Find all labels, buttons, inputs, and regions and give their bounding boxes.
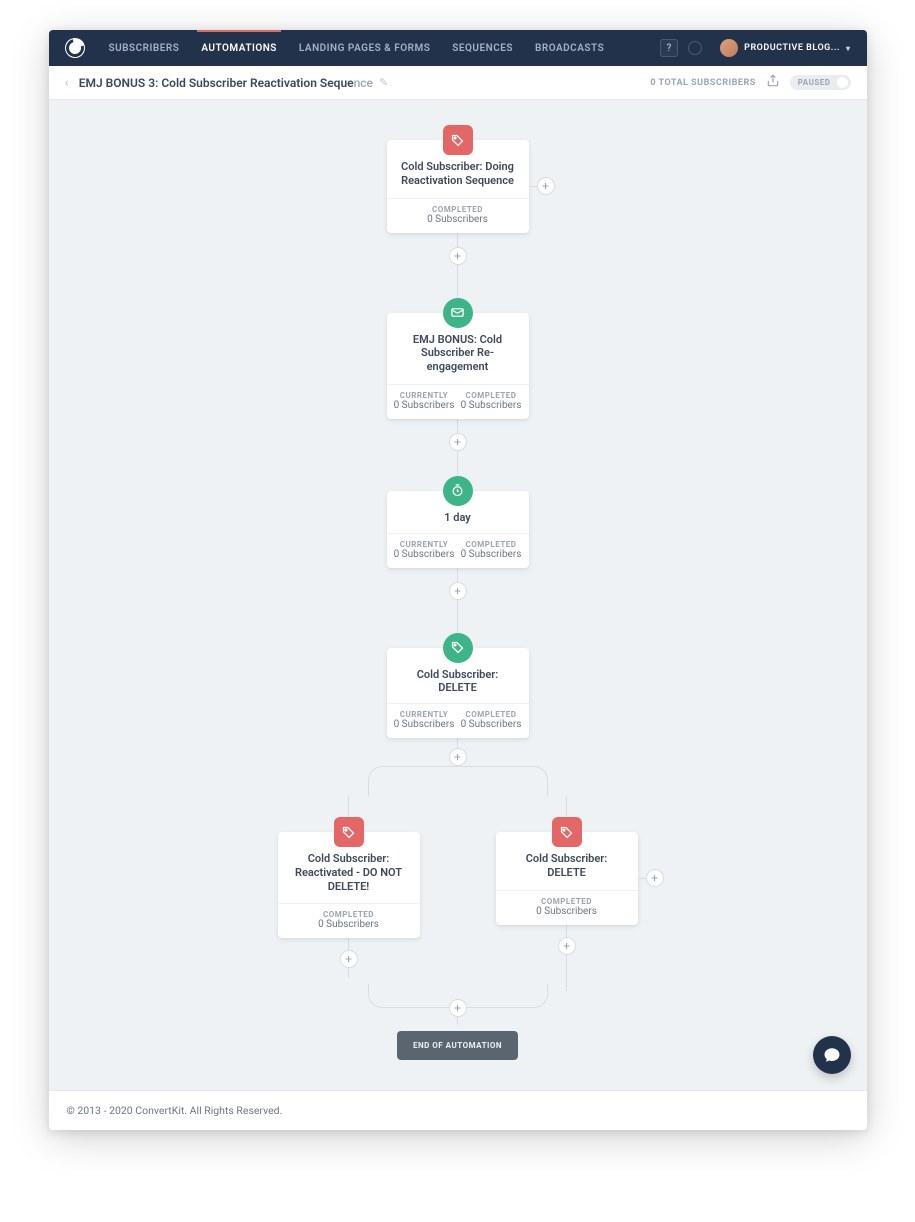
status-label: PAUSED — [798, 78, 831, 87]
loading-icon — [688, 41, 702, 55]
top-nav: SUBSCRIBERS AUTOMATIONS LANDING PAGES & … — [49, 30, 867, 66]
node-branch-delete[interactable]: Cold Subscriber: DELETE COMPLETED 0 Subs… — [496, 832, 638, 925]
chat-button[interactable] — [813, 1036, 851, 1074]
avatar-icon — [720, 39, 738, 57]
stat-label: COMPLETED — [391, 205, 525, 214]
add-step-button[interactable]: + — [449, 582, 467, 600]
node-condition-tag[interactable]: Cold Subscriber: DELETE CURRENTLY 0 Subs… — [387, 648, 529, 739]
title-text-faded: nce — [354, 76, 373, 90]
add-step-button[interactable]: + — [449, 999, 467, 1017]
stat-value: 0 Subscribers — [458, 549, 525, 560]
node-title: 1 day — [395, 511, 521, 525]
nav-broadcasts[interactable]: BROADCASTS — [535, 30, 604, 66]
end-of-automation: END OF AUTOMATION — [397, 1031, 518, 1060]
stat-value: 0 Subscribers — [282, 919, 416, 930]
nav-links: SUBSCRIBERS AUTOMATIONS LANDING PAGES & … — [109, 30, 605, 66]
node-title: Cold Subscriber: Reactivated - DO NOT DE… — [286, 852, 412, 893]
edit-title-icon[interactable]: ✎ — [379, 76, 388, 89]
add-trigger-button[interactable]: + — [537, 177, 555, 195]
node-title: Cold Subscriber: DELETE — [395, 668, 521, 696]
stat-label: COMPLETED — [458, 710, 525, 719]
node-trigger-tag[interactable]: Cold Subscriber: Doing Reactivation Sequ… — [387, 140, 529, 233]
stat-value: 0 Subscribers — [458, 719, 525, 730]
clock-icon — [443, 476, 473, 506]
back-button[interactable]: ‹ — [65, 75, 69, 91]
add-step-button[interactable]: + — [449, 748, 467, 766]
tag-icon — [443, 125, 473, 155]
stat-label: COMPLETED — [500, 897, 634, 906]
node-title: Cold Subscriber: Doing Reactivation Sequ… — [395, 160, 521, 188]
footer: © 2013 - 2020 ConvertKit. All Rights Res… — [49, 1090, 867, 1130]
user-name: PRODUCTIVE BLOG... — [744, 43, 840, 53]
add-step-button[interactable]: + — [340, 950, 358, 968]
total-subscribers: 0 TOTAL SUBSCRIBERS — [650, 78, 755, 88]
stat-label: CURRENTLY — [391, 710, 458, 719]
branch-split: Cold Subscriber: Reactivated - DO NOT DE… — [278, 796, 638, 991]
add-step-button[interactable]: + — [449, 247, 467, 265]
page-subheader: ‹ EMJ BONUS 3: Cold Subscriber Reactivat… — [49, 66, 867, 100]
tag-icon — [334, 817, 364, 847]
copyright: © 2013 - 2020 ConvertKit. All Rights Res… — [67, 1104, 283, 1117]
stat-value: 0 Subscribers — [458, 400, 525, 411]
tag-icon — [443, 633, 473, 663]
stat-value: 0 Subscribers — [391, 214, 525, 225]
chevron-down-icon: ▾ — [846, 44, 851, 53]
tag-icon — [552, 817, 582, 847]
logo-icon[interactable] — [65, 38, 85, 58]
status-toggle[interactable]: PAUSED — [790, 75, 851, 90]
add-step-button[interactable]: + — [558, 937, 576, 955]
node-title: Cold Subscriber: DELETE — [504, 852, 630, 880]
stat-label: COMPLETED — [458, 391, 525, 400]
node-branch-reactivated[interactable]: Cold Subscriber: Reactivated - DO NOT DE… — [278, 832, 420, 938]
stat-label: COMPLETED — [458, 540, 525, 549]
toggle-knob — [837, 77, 848, 88]
add-branch-button[interactable]: + — [646, 869, 664, 887]
stat-value: 0 Subscribers — [500, 906, 634, 917]
nav-automations[interactable]: AUTOMATIONS — [201, 30, 277, 66]
mail-icon — [443, 298, 473, 328]
nav-sequences[interactable]: SEQUENCES — [452, 30, 513, 66]
nav-subscribers[interactable]: SUBSCRIBERS — [109, 30, 180, 66]
automation-canvas[interactable]: Cold Subscriber: Doing Reactivation Sequ… — [49, 100, 867, 1090]
app-frame: SUBSCRIBERS AUTOMATIONS LANDING PAGES & … — [49, 30, 867, 1130]
share-icon[interactable] — [766, 74, 780, 92]
stat-label: COMPLETED — [282, 910, 416, 919]
nav-landing-pages[interactable]: LANDING PAGES & FORMS — [299, 30, 430, 66]
add-step-button[interactable]: + — [449, 433, 467, 451]
automation-title: EMJ BONUS 3: Cold Subscriber Reactivatio… — [79, 76, 373, 90]
user-menu[interactable]: PRODUCTIVE BLOG... ▾ — [720, 39, 850, 57]
stat-value: 0 Subscribers — [391, 719, 458, 730]
node-email-sequence[interactable]: EMJ BONUS: Cold Subscriber Re-engagement… — [387, 313, 529, 419]
node-title: EMJ BONUS: Cold Subscriber Re-engagement — [395, 333, 521, 374]
title-text-main: EMJ BONUS 3: Cold Subscriber Reactivatio… — [79, 76, 354, 90]
node-delay[interactable]: 1 day CURRENTLY 0 Subscribers COMPLETED … — [387, 491, 529, 568]
stat-label: CURRENTLY — [391, 391, 458, 400]
stat-value: 0 Subscribers — [391, 549, 458, 560]
help-button[interactable]: ? — [660, 39, 678, 57]
stat-label: CURRENTLY — [391, 540, 458, 549]
stat-value: 0 Subscribers — [391, 400, 458, 411]
